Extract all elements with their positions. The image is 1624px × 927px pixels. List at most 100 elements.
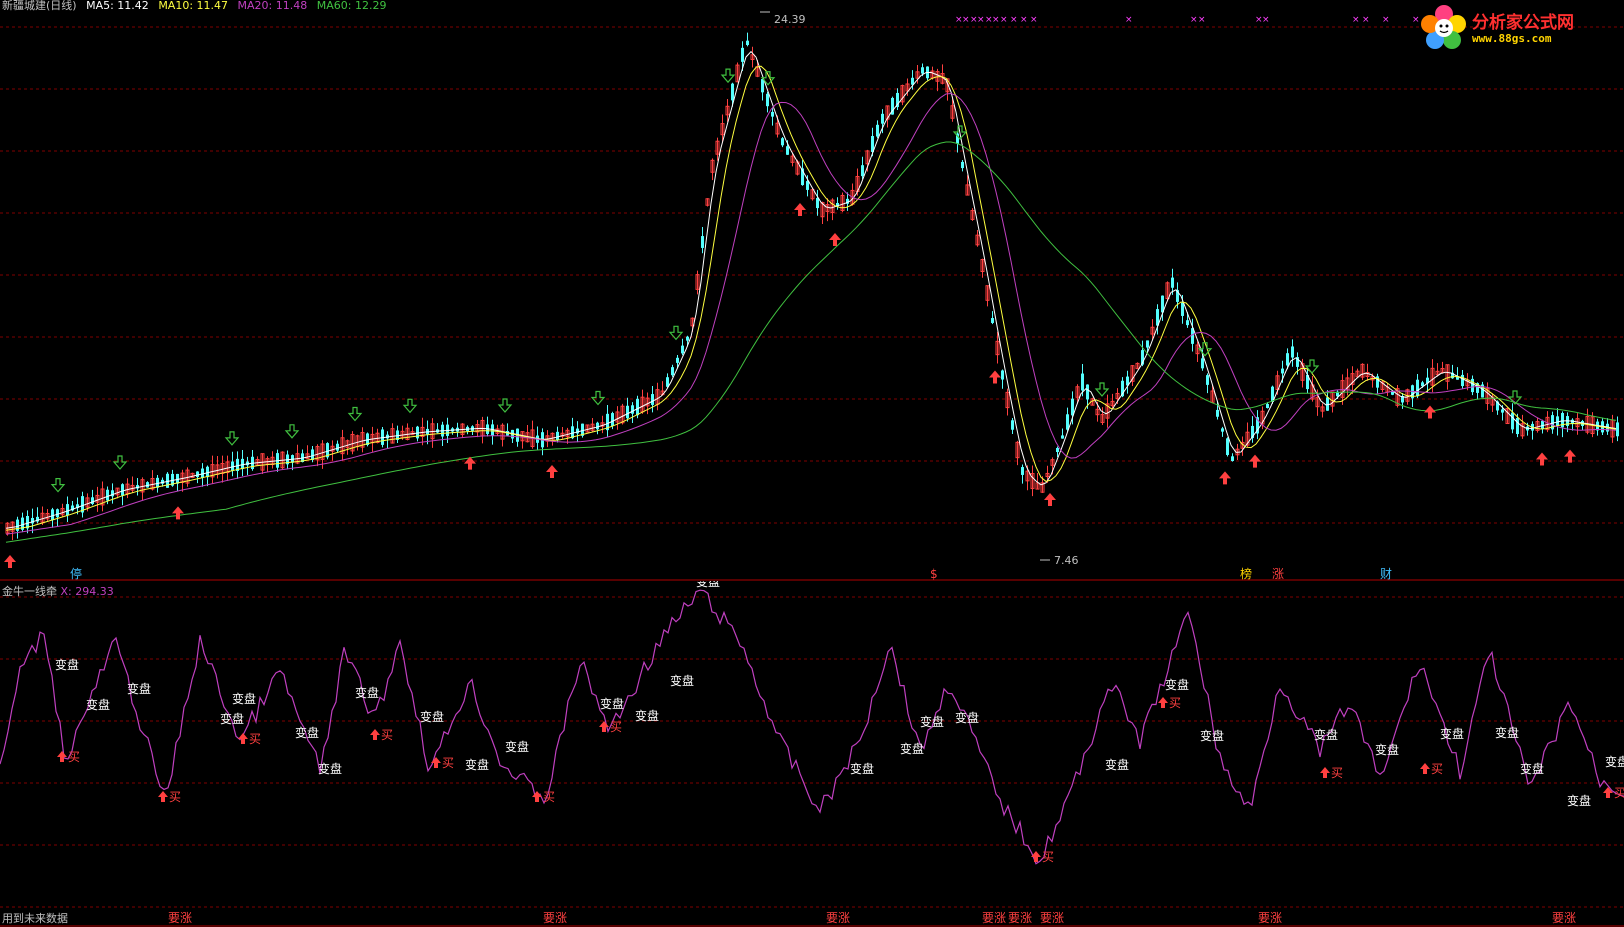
buy-signal-icon	[1031, 851, 1041, 862]
candle-body	[1501, 409, 1504, 413]
candle-body	[1206, 375, 1209, 385]
change-label: 变盘	[670, 673, 694, 688]
ma60-line	[5, 141, 1617, 543]
event-marker: $	[930, 567, 938, 581]
candle-body	[671, 367, 674, 376]
candle-body	[66, 504, 69, 516]
buy-label: 买	[169, 790, 181, 804]
candle-body	[1461, 374, 1464, 387]
candle-body	[31, 517, 34, 524]
buy-signal-icon	[1158, 697, 1168, 708]
candle-body	[631, 405, 634, 414]
future-data-note: 用到未来数据	[2, 912, 68, 925]
buy-arrow-icon	[172, 506, 184, 520]
change-label: 变盘	[1567, 793, 1591, 808]
candle-body	[781, 138, 784, 146]
buy-arrow-icon	[1536, 452, 1548, 466]
candle-body	[206, 466, 209, 478]
buy-signal-icon	[1603, 787, 1613, 798]
candle-body	[1231, 456, 1234, 461]
candle-body	[106, 489, 109, 501]
rise-label: 要涨	[1040, 910, 1064, 925]
candle-body	[1226, 438, 1229, 455]
candle-body	[731, 83, 734, 101]
candle-body	[1001, 370, 1004, 380]
candle-body	[1266, 403, 1269, 409]
candle-body	[741, 47, 744, 62]
buy-label: 买	[1169, 696, 1181, 710]
chart-screen[interactable]: × × × × × × × × × × × × × × × × × × × 24.39 7.46 停 $ 榜涨财 新疆城建(日…	[0, 0, 1624, 927]
candle-body	[201, 468, 204, 478]
candle-body	[636, 398, 639, 416]
candle-body	[1011, 420, 1014, 430]
candle-body	[1081, 373, 1084, 391]
candle-body	[686, 336, 689, 341]
candle-body	[121, 484, 124, 496]
buy-arrow-icon	[546, 465, 558, 478]
rise-label: 要涨	[826, 910, 850, 925]
ma5-line	[5, 50, 1617, 529]
top-marker: ×	[1190, 15, 1198, 25]
top-marker: ×	[1198, 15, 1206, 25]
logo-url: www.88gs.com	[1472, 32, 1552, 45]
candle-body	[1201, 358, 1204, 369]
price-panel[interactable]: × × × × × × × × × × × × × × × × × × ×24.397.46停 $ 榜涨财	[0, 0, 1624, 581]
event-marker: 停	[70, 566, 82, 581]
buy-label: 买	[1331, 766, 1343, 780]
rise-label: 要涨	[1552, 910, 1576, 925]
candle-body	[1221, 428, 1224, 432]
candle-body	[746, 40, 749, 46]
candle-body	[91, 497, 94, 504]
change-label: 变盘	[1200, 728, 1224, 743]
buy-signal-icon	[532, 791, 542, 802]
change-label: 变盘	[955, 710, 979, 725]
buy-label: 买	[1614, 786, 1624, 800]
candle-body	[1146, 340, 1149, 348]
candle-body	[231, 461, 234, 471]
candle-body	[556, 431, 559, 441]
candle-body	[336, 443, 339, 451]
candle-body	[1281, 368, 1284, 374]
price-header: 新疆城建(日线) MA5: 11.42 MA10: 11.47 MA20: 11…	[2, 0, 392, 13]
change-label: 变盘	[600, 696, 624, 711]
candle-body	[196, 471, 199, 478]
change-label: 变盘	[850, 761, 874, 776]
candle-body	[596, 422, 599, 430]
change-label: 变盘	[465, 757, 489, 772]
buy-label: 买	[68, 750, 80, 764]
high-price-label: 24.39	[774, 13, 806, 26]
sell-arrow-icon	[1094, 382, 1110, 397]
ma10-value: MA10: 11.47	[158, 0, 229, 12]
buy-label: 买	[249, 732, 261, 746]
candle-body	[576, 428, 579, 434]
change-label: 变盘	[220, 711, 244, 726]
candle-body	[1516, 417, 1519, 435]
oscillator-panel[interactable]: 变盘变盘变盘变盘变盘变盘变盘变盘变盘变盘变盘变盘变盘变盘变盘变盘 变盘变盘变盘变盘…	[0, 581, 1624, 927]
ma20-value: MA20: 11.48	[237, 0, 308, 12]
buy-signal-icon	[1420, 763, 1430, 774]
buy-arrow-icon	[4, 555, 16, 568]
change-label: 变盘	[355, 685, 379, 700]
candle-body	[806, 181, 809, 190]
candle-body	[1616, 422, 1619, 437]
candle-body	[676, 357, 679, 363]
candle-body	[1021, 467, 1024, 475]
candle-body	[761, 79, 764, 93]
top-marker: ×	[962, 15, 970, 25]
buy-arrow-icon	[989, 370, 1001, 384]
candle-body	[701, 236, 704, 248]
top-marker: ×	[977, 15, 985, 25]
candle-body	[1416, 379, 1419, 397]
sell-arrow-icon	[402, 398, 418, 414]
stock-title: 新疆城建(日线)	[2, 0, 77, 12]
candle-body	[1286, 353, 1289, 366]
sell-arrow-icon	[347, 406, 363, 422]
logo-name: 分析家公式网	[1472, 13, 1574, 33]
candle-body	[991, 318, 994, 323]
change-label: 变盘	[900, 741, 924, 756]
change-label: 变盘	[1105, 757, 1129, 772]
top-marker: ×	[1125, 15, 1133, 25]
buy-signal-icon	[1320, 767, 1330, 778]
low-price-label: 7.46	[1054, 554, 1079, 567]
candle-body	[1181, 302, 1184, 316]
